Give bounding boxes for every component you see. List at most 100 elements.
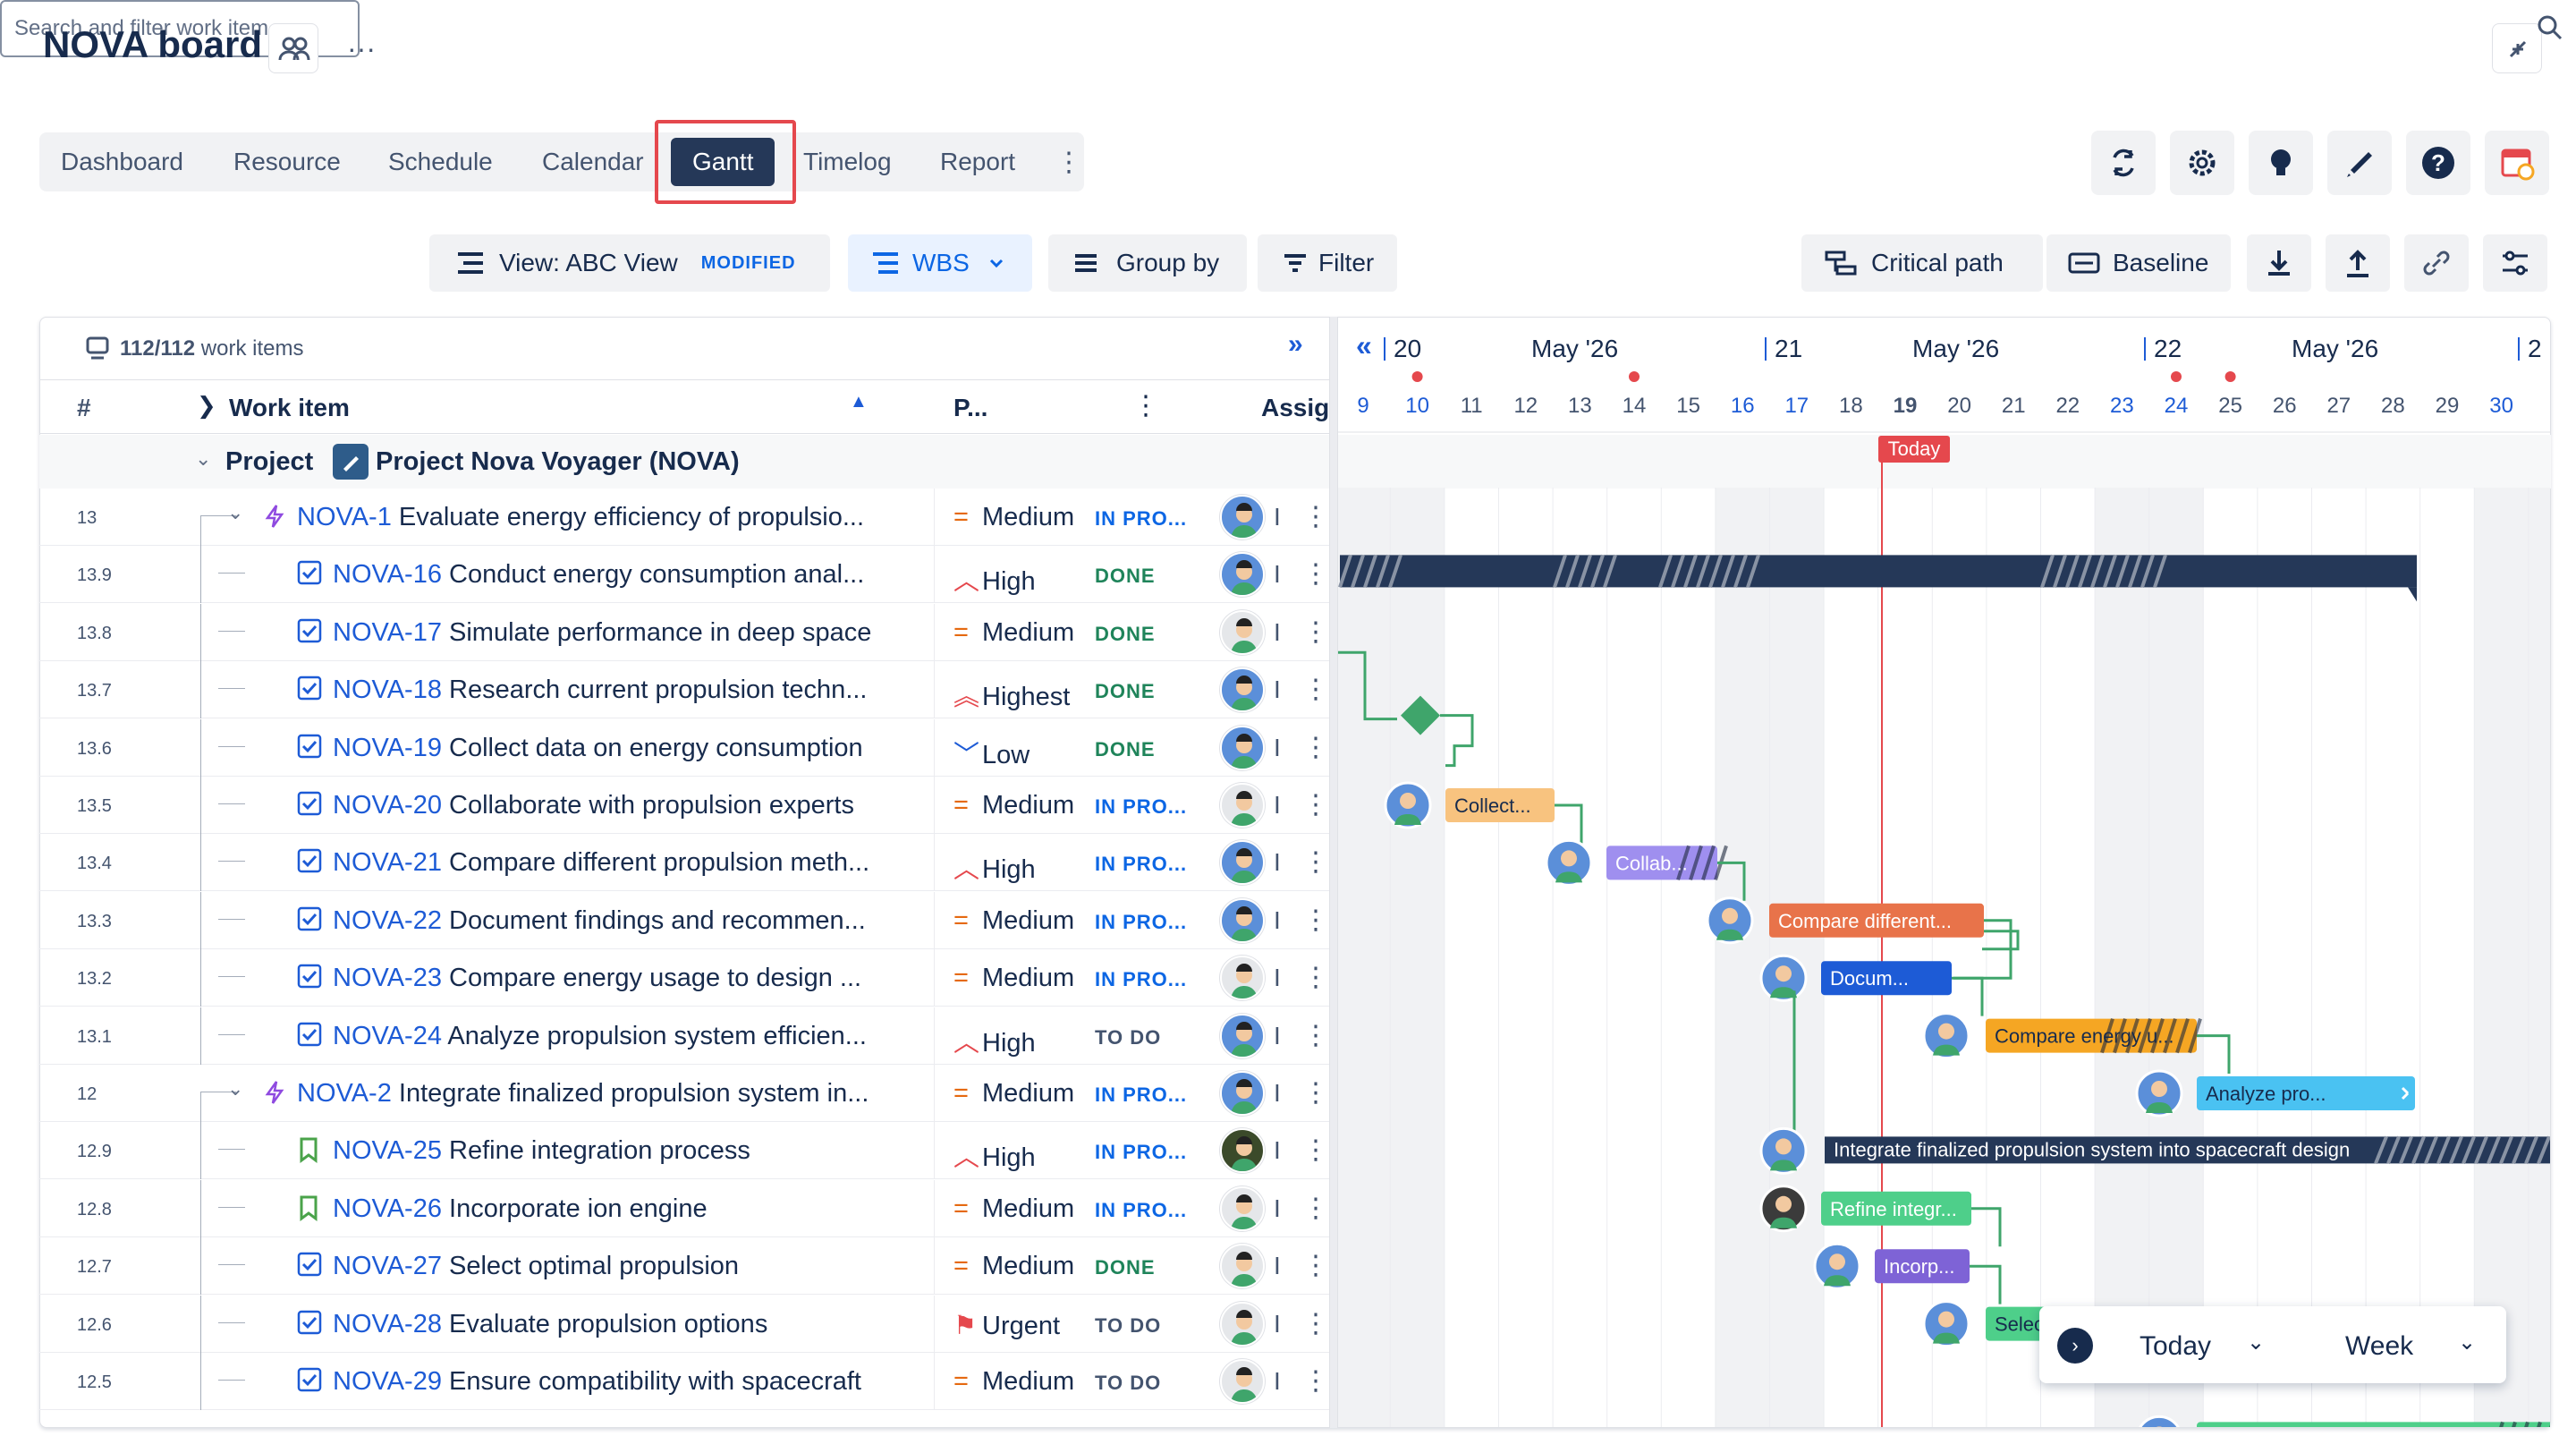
gantt-bar-ensure[interactable]: Ensure compatibility... — [2197, 1421, 2550, 1427]
row-actions-icon[interactable]: ⋮ — [1302, 616, 1329, 648]
row-actions-icon[interactable]: ⋮ — [1302, 732, 1329, 763]
team-button[interactable] — [268, 23, 318, 73]
work-item-key[interactable]: NOVA-20 — [333, 791, 442, 820]
avatar[interactable] — [1220, 956, 1265, 1001]
work-item-title[interactable]: NOVA-26 Incorporate ion engine — [333, 1194, 923, 1224]
work-item-title[interactable]: NOVA-27 Select optimal propulsion — [333, 1252, 923, 1281]
status-badge[interactable]: DONE — [1095, 1256, 1156, 1279]
table-row[interactable]: 13.7 NOVA-18 Research current propulsion… — [39, 661, 1331, 719]
priority-cell[interactable]: = Medium — [953, 1194, 1074, 1224]
avatar[interactable] — [1220, 897, 1265, 943]
table-row[interactable]: 12.5 NOVA-29 Ensure compatibility with s… — [39, 1353, 1331, 1410]
work-item-key[interactable]: NOVA-2 — [297, 1079, 392, 1108]
tab-dashboard[interactable]: Dashboard — [61, 132, 183, 191]
table-row[interactable]: 13.4 NOVA-21 Compare different propulsio… — [39, 834, 1331, 892]
work-item-key[interactable]: NOVA-26 — [333, 1194, 442, 1223]
help-button[interactable]: ? — [2406, 131, 2470, 195]
more-options-button[interactable]: ··· — [347, 32, 376, 65]
avatar[interactable] — [1220, 667, 1265, 713]
work-item-title[interactable]: NOVA-22 Document findings and recommen..… — [333, 906, 923, 936]
calendar-button[interactable] — [2485, 131, 2549, 195]
status-badge[interactable]: IN PRO... — [1095, 968, 1187, 991]
expand-chevron-icon[interactable]: ⌄ — [227, 501, 243, 524]
status-badge[interactable]: TO DO — [1095, 1314, 1161, 1338]
work-item-key[interactable]: NOVA-17 — [333, 618, 442, 647]
work-item-title[interactable]: NOVA-28 Evaluate propulsion options — [333, 1310, 923, 1339]
priority-cell[interactable]: ⚑ Urgent — [953, 1310, 1060, 1341]
work-item-title[interactable]: NOVA-29 Ensure compatibility with spacec… — [333, 1367, 923, 1397]
table-row[interactable]: 12.8 NOVA-26 Incorporate ion engine = Med… — [39, 1179, 1331, 1237]
scale-dropdown[interactable]: Week — [2345, 1331, 2413, 1362]
work-item-title[interactable]: NOVA-24 Analyze propulsion system effici… — [333, 1022, 923, 1051]
work-item-key[interactable]: NOVA-1 — [297, 503, 392, 531]
gantt-bar-incorp[interactable]: Incorp... — [1875, 1249, 1970, 1284]
tab-calendar[interactable]: Calendar — [542, 132, 644, 191]
sync-button[interactable] — [2091, 131, 2156, 195]
row-actions-icon[interactable]: ⋮ — [1302, 846, 1329, 878]
avatar[interactable] — [1220, 1071, 1265, 1116]
table-row[interactable]: 13.6 NOVA-19 Collect data on energy cons… — [39, 718, 1331, 777]
table-row[interactable]: 13 ⌄ NOVA-1 Evaluate energy efficiency o… — [39, 489, 1331, 546]
status-badge[interactable]: TO DO — [1095, 1372, 1161, 1395]
status-badge[interactable]: TO DO — [1095, 1026, 1161, 1049]
row-actions-icon[interactable]: ⋮ — [1302, 1308, 1329, 1339]
work-item-title[interactable]: NOVA-17 Simulate performance in deep spa… — [333, 618, 923, 648]
priority-cell[interactable]: = Medium — [953, 964, 1074, 993]
col-work-item[interactable]: Work item — [229, 394, 350, 422]
collapse-all-icon[interactable]: ❯ — [197, 392, 216, 420]
work-item-title[interactable]: NOVA-1 Evaluate energy efficiency of pro… — [297, 503, 923, 532]
gantt-bar-collect[interactable]: Collect... — [1445, 788, 1555, 822]
scale-chevron-icon[interactable]: ⌄ — [2458, 1330, 2476, 1355]
work-item-title[interactable]: NOVA-19 Collect data on energy consumpti… — [333, 734, 923, 763]
work-item-key[interactable]: NOVA-16 — [333, 560, 442, 589]
status-badge[interactable]: IN PRO... — [1095, 1141, 1187, 1164]
priority-cell[interactable]: = Medium — [953, 791, 1074, 820]
download-button[interactable] — [2247, 234, 2311, 292]
group-by-button[interactable]: Group by — [1048, 234, 1247, 292]
row-actions-icon[interactable]: ⋮ — [1302, 674, 1329, 705]
work-item-key[interactable]: NOVA-19 — [333, 734, 442, 762]
row-actions-icon[interactable]: ⋮ — [1302, 905, 1329, 936]
status-badge[interactable]: IN PRO... — [1095, 911, 1187, 934]
work-item-key[interactable]: NOVA-23 — [333, 964, 442, 992]
work-item-key[interactable]: NOVA-29 — [333, 1367, 442, 1396]
row-actions-icon[interactable]: ⋮ — [1302, 1365, 1329, 1397]
priority-cell[interactable]: ︿ High — [953, 848, 1036, 886]
priority-cell[interactable]: ︿ High — [953, 560, 1036, 598]
gantt-bar-compare_energy[interactable]: Compare energy u... — [1986, 1017, 2202, 1054]
epic-bar[interactable] — [1340, 555, 2417, 588]
link-button[interactable] — [2404, 234, 2469, 292]
priority-cell[interactable]: ︿ High — [953, 1022, 1036, 1059]
view-selector[interactable]: View: ABC View MODIFIED — [429, 234, 830, 292]
row-actions-icon[interactable]: ⋮ — [1302, 1020, 1329, 1051]
avatar[interactable] — [1220, 1359, 1265, 1404]
status-badge[interactable]: IN PRO... — [1095, 853, 1187, 876]
announce-button[interactable] — [2327, 131, 2392, 195]
priority-cell[interactable]: = Medium — [953, 503, 1074, 532]
avatar[interactable] — [1220, 725, 1265, 770]
expand-right-icon[interactable]: » — [1288, 329, 1303, 360]
avatar[interactable] — [1220, 840, 1265, 886]
table-row[interactable]: 13.9 NOVA-16 Conduct energy consumption … — [39, 546, 1331, 604]
status-badge[interactable]: IN PRO... — [1095, 1199, 1187, 1222]
table-row[interactable]: 12.9 NOVA-25 Refine integration process … — [39, 1122, 1331, 1180]
row-actions-icon[interactable]: ⋮ — [1302, 962, 1329, 993]
priority-cell[interactable]: ︽ Highest — [953, 676, 1070, 713]
row-actions-icon[interactable]: ⋮ — [1302, 1250, 1329, 1281]
avatar[interactable] — [1220, 1301, 1265, 1347]
row-actions-icon[interactable]: ⋮ — [1302, 789, 1329, 820]
pane-splitter[interactable] — [1329, 317, 1338, 1428]
work-item-key[interactable]: NOVA-27 — [333, 1252, 442, 1280]
status-badge[interactable]: DONE — [1095, 623, 1156, 646]
critical-path-button[interactable]: Critical path — [1801, 234, 2043, 292]
project-name[interactable]: Project Nova Voyager (NOVA) — [376, 447, 740, 477]
row-actions-icon[interactable]: ⋮ — [1302, 1134, 1329, 1166]
avatar[interactable] — [1220, 1013, 1265, 1058]
table-row[interactable]: 12.6 NOVA-28 Evaluate propulsion options… — [39, 1295, 1331, 1353]
row-actions-icon[interactable]: ⋮ — [1302, 501, 1329, 532]
gantt-bar-docum[interactable]: Docum... — [1821, 961, 1952, 996]
work-item-key[interactable]: NOVA-22 — [333, 906, 442, 935]
column-options-icon[interactable]: ⋮ — [1132, 390, 1159, 421]
expand-chevron-icon[interactable]: ⌄ — [227, 1077, 243, 1100]
gantt-bar-refine[interactable]: Refine integr... — [1821, 1191, 1971, 1226]
